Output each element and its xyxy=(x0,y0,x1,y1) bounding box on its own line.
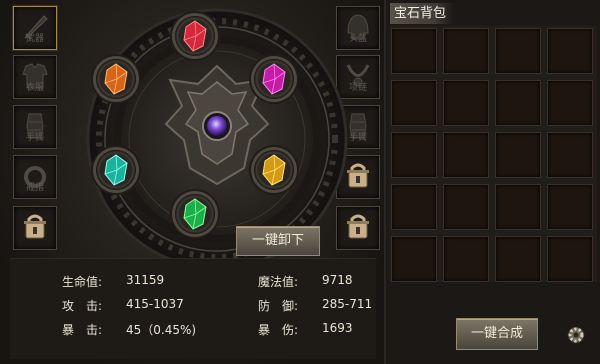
cyan-gem-icon xyxy=(104,154,128,186)
green-gem-socket[interactable] xyxy=(175,194,215,234)
slot-label: 武器 xyxy=(25,34,44,44)
gem-bag-slot[interactable] xyxy=(547,184,593,230)
mp-value: 9718 xyxy=(322,273,353,287)
gem-bag-slot[interactable] xyxy=(547,236,593,282)
gem-bag-title: 宝石背包 xyxy=(390,3,455,24)
lock-icon xyxy=(24,214,46,239)
gem-bag-slot[interactable] xyxy=(391,80,437,126)
gem-bag-slot[interactable] xyxy=(391,132,437,178)
yellow-gem-socket[interactable] xyxy=(254,150,294,190)
gem-bag-slot[interactable] xyxy=(495,236,541,282)
crit-value: 45（0.45%) xyxy=(126,323,197,337)
orange-gem-socket[interactable] xyxy=(96,59,136,99)
gem-bag-slot[interactable] xyxy=(443,184,489,230)
settings-gear-icon[interactable] xyxy=(566,325,586,345)
gem-bag-slot[interactable] xyxy=(495,184,541,230)
orange-gem-icon xyxy=(104,63,128,95)
hp-value: 31159 xyxy=(126,273,165,287)
red-gem-icon xyxy=(183,20,207,52)
defense-value: 285-711 xyxy=(322,297,373,311)
gem-bag-slot[interactable] xyxy=(391,28,437,74)
gem-bag-slot[interactable] xyxy=(443,132,489,178)
gem-equip-window: 武器 衣服 手镯 戒指 头盔 项链 手镯 一键卸下 生命值: 31159 魔法值… xyxy=(0,0,600,364)
equipment-panel: 武器 衣服 手镯 戒指 头盔 项链 手镯 一键卸下 生命值: 31159 魔法值… xyxy=(0,0,386,364)
gem-bag-slot[interactable] xyxy=(495,80,541,126)
armor-slot[interactable]: 衣服 xyxy=(13,55,57,99)
red-gem-socket[interactable] xyxy=(175,16,215,56)
gem-bag-slot[interactable] xyxy=(495,132,541,178)
defense-stat: 防 御: 285-711 xyxy=(258,297,372,314)
attack-value: 415-1037 xyxy=(126,297,184,311)
gem-bag-slot[interactable] xyxy=(495,28,541,74)
slot-label: 戒指 xyxy=(25,183,44,193)
gem-bag-slot[interactable] xyxy=(547,80,593,126)
slot-label: 衣服 xyxy=(25,83,44,93)
stats-panel: 生命值: 31159 魔法值: 9718 攻 击: 415-1037 防 御: … xyxy=(10,258,376,359)
crit-stat: 暴 击: 45（0.45%) xyxy=(62,321,196,338)
mp-label: 魔法值: xyxy=(258,275,299,289)
magenta-gem-icon xyxy=(262,63,286,95)
crit-damage-value: 1693 xyxy=(322,321,353,335)
ring-slot[interactable]: 戒指 xyxy=(13,155,57,199)
hp-stat: 生命值: 31159 xyxy=(62,273,164,290)
slot-label: 手镯 xyxy=(25,133,44,143)
defense-label: 防 御: xyxy=(258,299,299,313)
crit-damage-label: 暴 伤: xyxy=(258,323,299,337)
gem-bag-slot[interactable] xyxy=(443,236,489,282)
hp-label: 生命值: xyxy=(62,275,103,289)
gem-bag-slot[interactable] xyxy=(547,28,593,74)
gem-bag-slot[interactable] xyxy=(443,80,489,126)
gem-bag-slot[interactable] xyxy=(547,132,593,178)
crit-damage-stat: 暴 伤: 1693 xyxy=(258,321,353,338)
gem-bag-slot[interactable] xyxy=(391,236,437,282)
weapon-slot[interactable]: 武器 xyxy=(13,6,57,50)
crit-label: 暴 击: xyxy=(62,323,103,337)
attack-label: 攻 击: xyxy=(62,299,103,313)
compose-all-button[interactable]: 一键合成 xyxy=(456,318,538,350)
unequip-all-button[interactable]: 一键卸下 xyxy=(236,226,320,256)
bracelet-slot-left[interactable]: 手镯 xyxy=(13,105,57,149)
green-gem-icon xyxy=(183,198,207,230)
magenta-gem-socket[interactable] xyxy=(254,59,294,99)
gem-bag-slot[interactable] xyxy=(391,184,437,230)
attack-stat: 攻 击: 415-1037 xyxy=(62,297,184,314)
mp-stat: 魔法值: 9718 xyxy=(258,273,353,290)
cyan-gem-socket[interactable] xyxy=(96,150,136,190)
gem-bag-grid xyxy=(389,26,597,282)
gem-bag-slot[interactable] xyxy=(443,28,489,74)
locked-slot-left[interactable] xyxy=(13,206,57,250)
yellow-gem-icon xyxy=(262,154,286,186)
